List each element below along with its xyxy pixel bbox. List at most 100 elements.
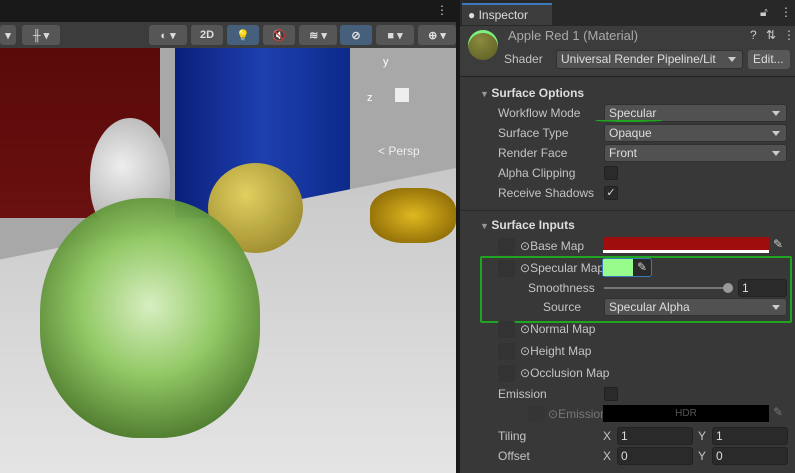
row-tiling: Tiling X 1 Y 1 [460, 426, 795, 446]
hidden-objects-icon[interactable]: ⊘ [340, 25, 372, 45]
base-color-swatch[interactable] [603, 237, 769, 253]
scene-view[interactable]: ⋮ ▾ ╫ ▾ ◐ ▾ 2D 💡 🔇 ≋ ▾ ⊘ ■ ▾ ⊕ ▾ y z < P… [0, 0, 456, 473]
y-label: Y [698, 429, 707, 443]
offset-y-input[interactable]: 0 [712, 447, 788, 465]
row-workflow-mode: Workflow Mode Specular [460, 103, 795, 123]
eyedropper-icon[interactable]: ✎ [637, 260, 647, 274]
render-face-dropdown[interactable]: Front [604, 144, 787, 162]
banana [370, 188, 456, 243]
inspector-panel: ● Inspector 🔓︎ ⋮ Apple Red 1 (Material) … [460, 0, 795, 473]
texture-slot[interactable] [498, 321, 515, 338]
shading-mode-button[interactable]: ◐ ▾ [149, 25, 187, 45]
persp-label[interactable]: < Persp [378, 144, 420, 158]
offset-x-input[interactable]: 0 [617, 447, 693, 465]
row-source: Source Specular Alpha [460, 297, 795, 317]
divider [460, 210, 795, 211]
more-options-icon[interactable]: ⋮ [436, 3, 448, 17]
label: Receive Shadows [498, 186, 595, 200]
row-emission-map: ⊙Emission Map HDR ✎ [460, 404, 795, 424]
row-smoothness: Smoothness 1 [460, 278, 795, 298]
row-occlusion-map: ⊙Occlusion Map [460, 363, 795, 383]
emission-checkbox[interactable] [604, 387, 618, 401]
surface-type-dropdown[interactable]: Opaque [604, 124, 787, 142]
texture-slot [528, 406, 545, 423]
tiling-x-input[interactable]: 1 [617, 427, 693, 445]
eyedropper-icon: ✎ [773, 405, 784, 419]
row-specular-map: ⊙Specular Map ✎ [460, 258, 795, 278]
x-label: X [603, 429, 612, 443]
smoothness-input[interactable]: 1 [738, 279, 787, 297]
edit-shader-button[interactable]: Edit... [748, 50, 790, 69]
tab-inspector[interactable]: ● Inspector [462, 3, 552, 25]
label: ⊙Emission Map [548, 407, 603, 421]
label: Source [543, 300, 582, 314]
tiling-y-input[interactable]: 1 [712, 427, 788, 445]
effects-button[interactable]: ≋ ▾ [299, 25, 337, 45]
more-options-icon[interactable]: ⋮ [780, 5, 792, 19]
label: Tiling [498, 429, 527, 443]
row-height-map: ⊙Height Map [460, 341, 795, 361]
row-normal-map: ⊙Normal Map [460, 319, 795, 339]
gizmos-button[interactable]: ⊕ ▾ [418, 25, 456, 45]
occlusion-map-label: Occlusion Map [530, 366, 610, 380]
mode-2d-button[interactable]: 2D [191, 25, 223, 45]
section-surface-options[interactable]: Surface Options [480, 86, 584, 100]
grid-snap-button[interactable]: ╫ ▾ [22, 25, 60, 45]
x-label: X [603, 449, 612, 463]
settings-sliders-icon[interactable]: ⇅ [766, 28, 776, 42]
normal-map-label: Normal Map [530, 322, 596, 336]
row-surface-type: Surface Type Opaque [460, 123, 795, 143]
scene-viewport[interactable]: y z < Persp [0, 48, 456, 473]
height-map-label: Height Map [530, 344, 592, 358]
texture-slot[interactable] [498, 343, 515, 360]
audio-toggle-icon[interactable]: 🔇 [263, 25, 295, 45]
green-underline-annotation [595, 119, 663, 122]
specular-color-swatch [603, 259, 633, 276]
alpha-clipping-checkbox[interactable] [604, 166, 618, 180]
texture-slot[interactable] [498, 260, 515, 277]
camera-button[interactable]: ■ ▾ [376, 25, 414, 45]
row-receive-shadows: Receive Shadows ✓ [460, 183, 795, 203]
receive-shadows-checkbox[interactable]: ✓ [604, 186, 618, 200]
y-label: Y [698, 449, 707, 463]
specular-map-label: Specular Map [530, 261, 605, 275]
shader-label: Shader [504, 52, 543, 66]
label: Surface Type [498, 126, 569, 140]
lock-icon[interactable]: 🔓︎ [760, 5, 768, 20]
shader-dropdown[interactable]: Universal Render Pipeline/Lit [556, 50, 743, 69]
eyedropper-icon[interactable]: ✎ [773, 237, 783, 251]
row-render-face: Render Face Front [460, 143, 795, 163]
info-icon: ● [468, 8, 476, 22]
texture-slot[interactable] [498, 238, 515, 255]
gizmo-y-label: y [383, 56, 389, 68]
texture-slot[interactable] [498, 365, 515, 382]
label: Emission [498, 387, 547, 401]
label: ⊙Base Map [520, 239, 585, 253]
row-base-map: ⊙Base Map ✎ [460, 236, 795, 256]
smoothness-slider-thumb[interactable] [723, 283, 733, 293]
label: ⊙Normal Map [520, 322, 596, 336]
row-emission: Emission [460, 384, 795, 404]
label: ⊙Occlusion Map [520, 366, 610, 380]
label: ⊙Specular Map [520, 261, 605, 275]
section-surface-inputs[interactable]: Surface Inputs [480, 218, 574, 232]
more-icon[interactable]: ⋮ [783, 28, 795, 42]
material-name: Apple Red 1 (Material) [508, 28, 639, 43]
base-map-label: Base Map [530, 239, 585, 253]
divider [460, 76, 795, 77]
label: Offset [498, 449, 530, 463]
label: ⊙Height Map [520, 344, 592, 358]
label: Workflow Mode [498, 106, 581, 120]
emission-color-field: HDR [603, 405, 769, 422]
orientation-gizmo[interactable] [395, 88, 409, 102]
emission-map-label: Emission Map [558, 407, 603, 421]
dropdown-button[interactable]: ▾ [0, 25, 16, 45]
specular-color-field[interactable]: ✎ [602, 258, 652, 277]
smoothness-slider-track[interactable] [604, 287, 728, 289]
material-header: Apple Red 1 (Material) ? ⇅ ⋮ Shader Univ… [460, 26, 795, 76]
lighting-toggle-icon[interactable]: 💡 [227, 25, 259, 45]
source-dropdown[interactable]: Specular Alpha [604, 298, 787, 316]
scene-tab-bar: ⋮ [0, 0, 456, 22]
help-icon[interactable]: ? [750, 28, 757, 42]
apple-green-specular [40, 198, 260, 438]
